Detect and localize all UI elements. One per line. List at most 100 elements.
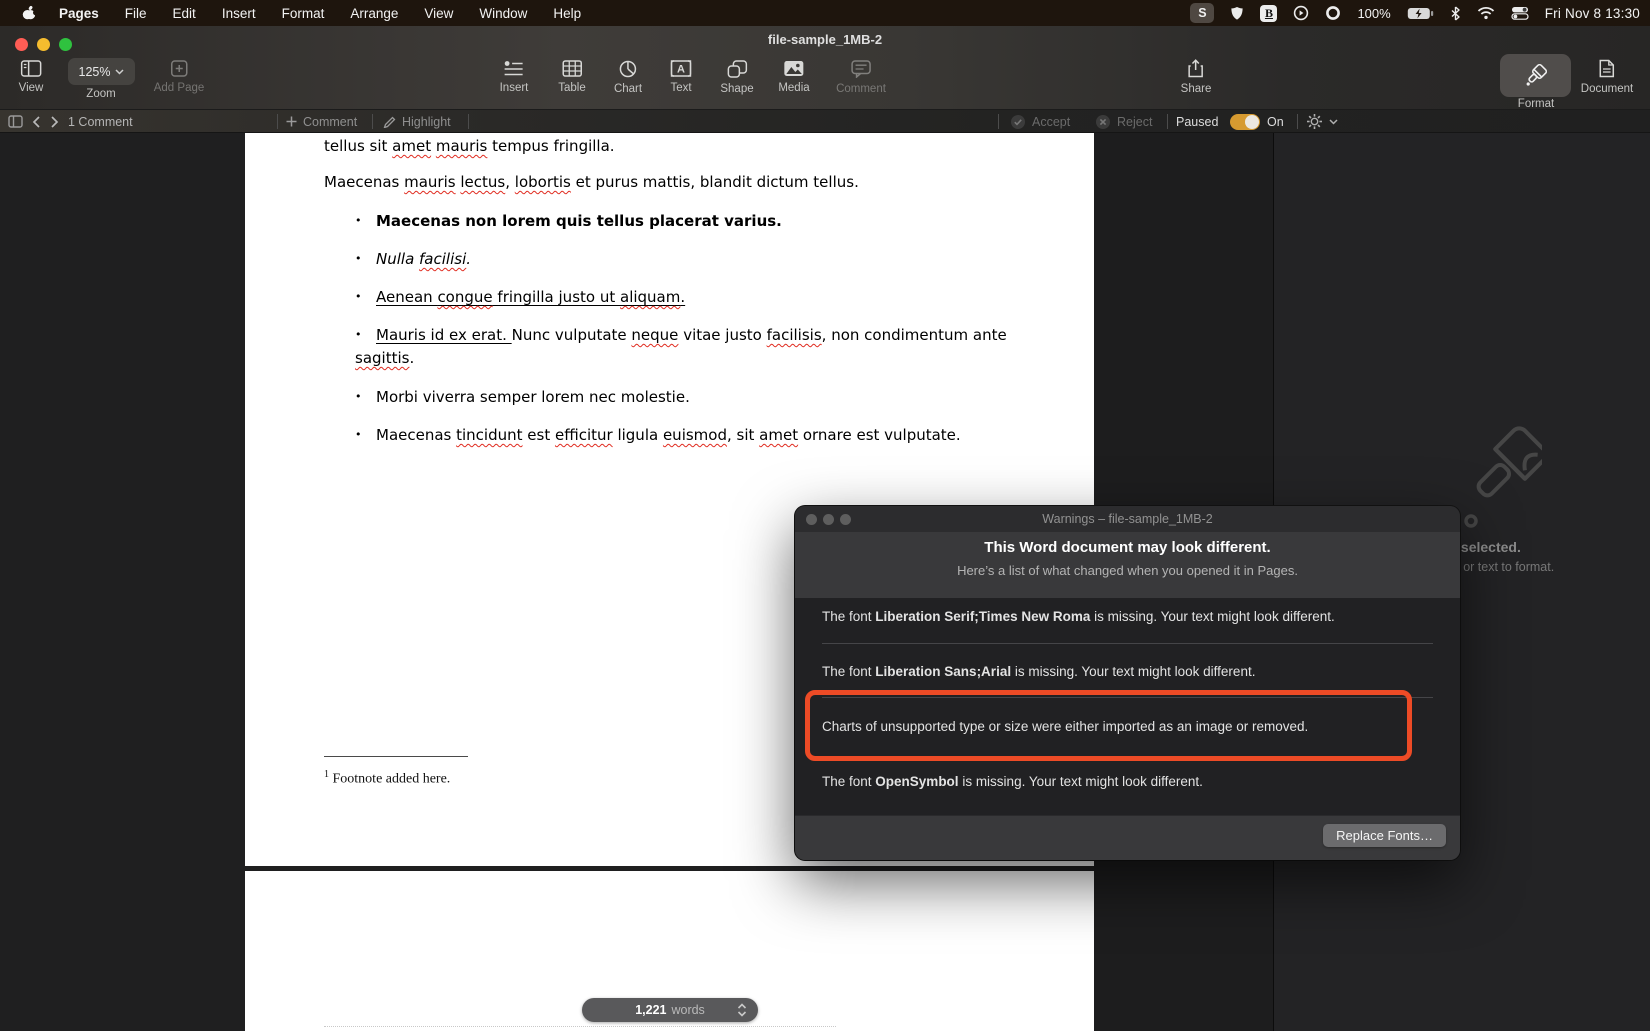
highlight-button[interactable]: Highlight: [382, 110, 451, 133]
text-run: amet: [392, 137, 432, 155]
previous-comment-button[interactable]: [32, 110, 40, 133]
text-run: fringilla justo ut: [492, 288, 620, 306]
text-run: sagittis: [355, 349, 410, 367]
document-paragraph[interactable]: • Maecenas tincidunt est efficitur ligula…: [355, 423, 1014, 447]
ring-menu-icon[interactable]: [1325, 5, 1341, 21]
text-run: tempus fringilla.: [487, 137, 615, 155]
zoom-dropdown[interactable]: 125%: [68, 58, 135, 85]
reject-change-button[interactable]: Reject: [1095, 110, 1152, 133]
comments-sidebar-toggle[interactable]: [8, 110, 23, 133]
format-button-selected[interactable]: [1500, 54, 1571, 97]
text-run: is missing. Your text might look differe…: [958, 774, 1203, 789]
replace-fonts-button[interactable]: Replace Fonts…: [1323, 824, 1446, 847]
text-run: OpenSymbol: [875, 774, 959, 789]
accept-change-button[interactable]: Accept: [1010, 110, 1070, 133]
text-run: est: [522, 426, 555, 444]
document-paragraph[interactable]: • Morbi viverra semper lorem nec molestie…: [355, 385, 1014, 409]
divider: [1297, 114, 1298, 129]
text-run: .: [466, 250, 472, 268]
comment-count[interactable]: 1 Comment: [68, 110, 133, 133]
text-run: vitae justo: [678, 326, 767, 344]
word-count-pill[interactable]: 1,221 words: [582, 998, 758, 1022]
text-run: Aenean: [376, 288, 438, 306]
stepper-icon[interactable]: [737, 1002, 747, 1018]
document-paragraph[interactable]: Maecenas mauris lectus, lobortis et puru…: [324, 171, 1014, 194]
insert-button[interactable]: Insert: [500, 60, 528, 94]
bear-app-menu-icon[interactable]: B: [1260, 4, 1278, 22]
dialog-zoom-button[interactable]: [840, 514, 851, 525]
warning-item-2: The font Liberation Sans;Arial is missin…: [822, 661, 1433, 682]
table-button[interactable]: Table: [558, 60, 586, 94]
menu-item-pages[interactable]: Pages: [46, 6, 112, 21]
menu-item-window[interactable]: Window: [466, 6, 540, 21]
chart-button[interactable]: Chart: [614, 60, 642, 95]
view-button[interactable]: View: [19, 60, 43, 94]
share-button[interactable]: Share: [1181, 59, 1211, 95]
media-button[interactable]: Media: [778, 60, 810, 94]
screen-recorder-menu-icon[interactable]: S: [1190, 3, 1215, 23]
menu-item-help[interactable]: Help: [540, 6, 594, 21]
document-paragraph[interactable]: • Nulla facilisi.: [355, 247, 1014, 271]
bullet-glyph: •: [355, 390, 362, 403]
chevron-right-icon: [51, 115, 59, 128]
menu-item-insert[interactable]: Insert: [209, 6, 269, 21]
menu-item-format[interactable]: Format: [269, 6, 338, 21]
next-comment-button[interactable]: [51, 110, 59, 133]
add-comment-button[interactable]: Comment: [286, 110, 357, 133]
plus-icon: [286, 116, 297, 127]
shield-icon[interactable]: [1230, 6, 1244, 21]
text-run: mauris: [404, 173, 456, 191]
dialog-close-button[interactable]: [806, 514, 817, 525]
menu-item-edit[interactable]: Edit: [160, 6, 209, 21]
tracking-paused-label: Paused: [1176, 114, 1219, 129]
menu-item-view[interactable]: View: [411, 6, 466, 21]
tracking-options-button[interactable]: [1306, 110, 1338, 133]
text-button[interactable]: A Text: [670, 60, 692, 94]
tracking-toggle[interactable]: [1230, 110, 1260, 133]
battery-charging-icon[interactable]: [1407, 7, 1434, 20]
text-run: ornare est vulputate.: [798, 426, 961, 444]
accept-check-icon: [1011, 114, 1025, 129]
battery-percent[interactable]: 100%: [1357, 6, 1390, 21]
dialog-titlebar[interactable]: Warnings – file-sample_1MB-2: [795, 506, 1460, 532]
bullet-glyph: •: [355, 214, 362, 227]
bluetooth-icon[interactable]: [1450, 5, 1461, 21]
wifi-icon[interactable]: [1477, 6, 1495, 20]
menu-item-file[interactable]: File: [112, 6, 160, 21]
paintbrush-icon: [1526, 64, 1547, 86]
shape-button[interactable]: Shape: [720, 60, 754, 95]
control-center-icon[interactable]: [1511, 6, 1529, 20]
text-run: is missing. Your text might look differe…: [1090, 609, 1335, 624]
document-button[interactable]: Document: [1581, 59, 1633, 95]
menu-bar: Pages File Edit Insert Format Arrange View Wind…: [0, 0, 1650, 26]
add-page-button[interactable]: Add Page: [154, 60, 204, 94]
apple-menu[interactable]: [0, 5, 46, 21]
toggle-knob: [1245, 114, 1259, 129]
zoom-label: Zoom: [86, 88, 116, 100]
text-run: The font: [822, 664, 876, 679]
text-run: Maecenas non lorem quis tellus placerat …: [376, 212, 782, 230]
dialog-heading: This Word document may look different.: [984, 539, 1271, 556]
dialog-minimize-button[interactable]: [823, 514, 834, 525]
footnote[interactable]: 1 Footnote added here.: [324, 769, 450, 788]
shapes-icon: [727, 60, 747, 78]
text-run: .: [680, 288, 686, 306]
warning-item-3: Charts of unsupported type or size were …: [822, 716, 1433, 737]
text-run: tincidunt: [456, 426, 523, 444]
sidebar-icon: [20, 60, 42, 77]
divider: [372, 114, 373, 129]
text-run: The font: [822, 609, 876, 624]
insert-icon: [504, 61, 523, 76]
menu-item-arrange[interactable]: Arrange: [337, 6, 411, 21]
document-paragraph[interactable]: tellus sit amet mauris tempus fringilla.: [324, 135, 1014, 158]
menu-clock[interactable]: Fri Nov 8 13:30: [1545, 6, 1640, 21]
document-paragraph[interactable]: • Aenean congue fringilla justo ut aliqua…: [355, 285, 1014, 309]
bullet-glyph: •: [355, 328, 362, 341]
document-paragraph[interactable]: • Maecenas non lorem quis tellus placerat…: [355, 209, 1014, 233]
comment-button[interactable]: Comment: [836, 60, 886, 95]
footnote-text: Footnote added here.: [329, 771, 451, 787]
document-icon: [1599, 59, 1615, 78]
play-circle-icon[interactable]: [1293, 5, 1309, 21]
document-paragraph[interactable]: • Mauris id ex erat. Nunc vulputate neque…: [355, 323, 1014, 370]
paintbrush-large-icon: [1464, 426, 1542, 528]
